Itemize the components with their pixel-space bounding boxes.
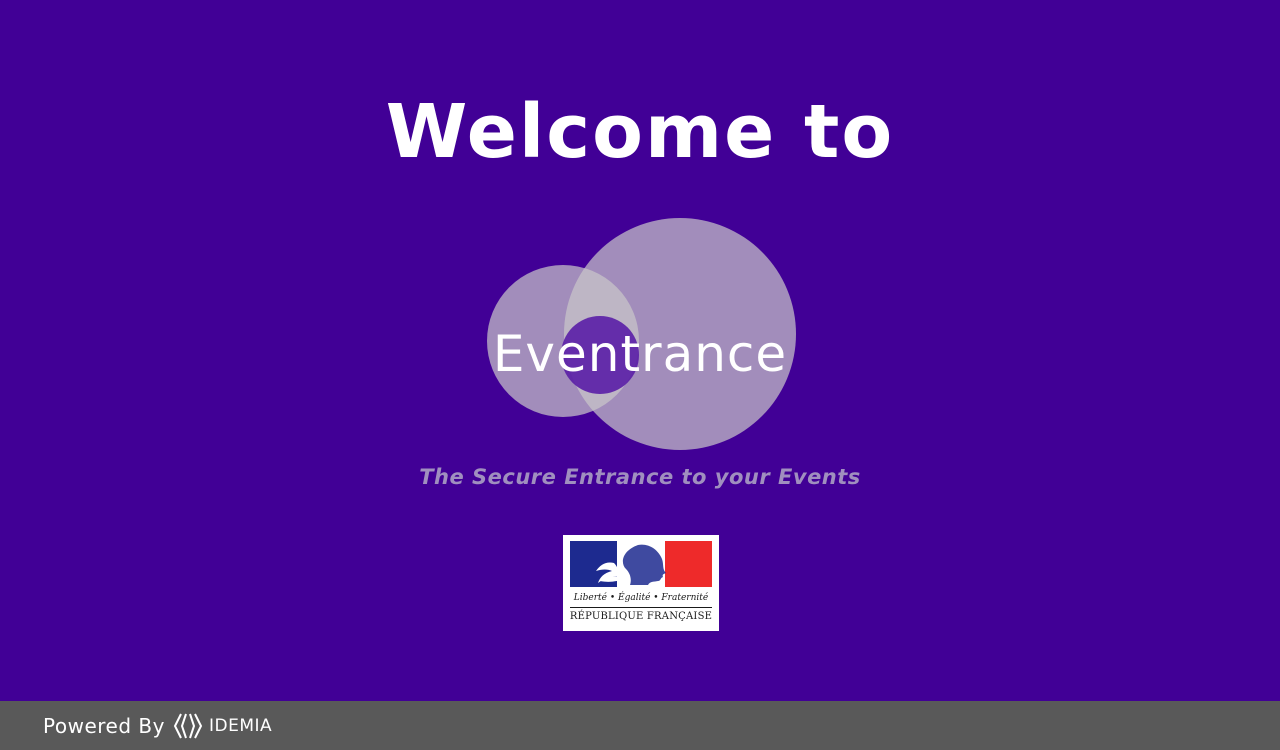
motto-text: Liberté • Égalité • Fraternité — [573, 593, 709, 603]
motto-divider — [570, 607, 712, 608]
welcome-screen: Welcome to Eventrance The Secure Entranc… — [0, 0, 1280, 701]
republique-text: RÉPUBLIQUE FRANÇAISE — [569, 611, 713, 622]
idemia-wordmark: IDEMIA — [209, 716, 273, 736]
marianne-flag-icon — [570, 541, 712, 587]
footer: Powered By IDEMIA — [0, 701, 1280, 750]
republique-francaise-logo: Liberté • Égalité • Fraternité RÉPUBLIQU… — [563, 535, 719, 631]
idemia-logo: IDEMIA — [173, 711, 272, 741]
powered-by-label: Powered By — [43, 714, 165, 738]
welcome-title: Welcome to — [385, 89, 895, 175]
idemia-mark-icon — [173, 713, 203, 739]
tagline: The Secure Entrance to your Events — [419, 465, 861, 489]
logo-wordmark: Eventrance — [492, 325, 788, 383]
